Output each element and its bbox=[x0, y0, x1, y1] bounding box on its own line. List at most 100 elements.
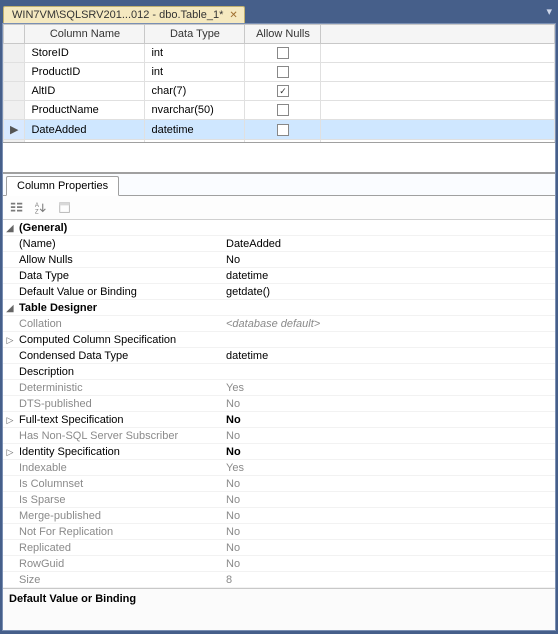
row-selector[interactable] bbox=[4, 44, 25, 63]
prop-name-value[interactable]: DateAdded bbox=[222, 236, 555, 251]
prop-allownulls-value[interactable]: No bbox=[222, 252, 555, 267]
prop-collation-label: Collation bbox=[17, 316, 222, 331]
cell-allow-nulls[interactable] bbox=[245, 63, 321, 82]
prop-datatype-label: Data Type bbox=[17, 268, 222, 283]
property-pages-button[interactable] bbox=[54, 198, 76, 218]
checkbox-icon[interactable] bbox=[277, 66, 289, 78]
pin-icon[interactable]: ▾ bbox=[546, 5, 552, 18]
prop-nonsql-label: Has Non-SQL Server Subscriber bbox=[17, 428, 222, 443]
header-allow-nulls[interactable]: Allow Nulls bbox=[245, 25, 321, 44]
prop-rowguid-label: RowGuid bbox=[17, 556, 222, 571]
expand-icon[interactable]: ▷ bbox=[3, 332, 17, 347]
table-row[interactable]: AltIDchar(7) ✓ bbox=[4, 82, 555, 101]
svg-text:Z: Z bbox=[35, 208, 39, 215]
cell-column-name[interactable]: DateAdded bbox=[25, 120, 145, 140]
cell-column-name[interactable]: ProductID bbox=[25, 63, 145, 82]
row-selector[interactable]: ▶ bbox=[4, 120, 25, 140]
prop-condensed-label: Condensed Data Type bbox=[17, 348, 222, 363]
prop-size-label: Size bbox=[17, 572, 222, 587]
prop-notrepl-value: No bbox=[222, 524, 555, 539]
prop-deterministic-label: Deterministic bbox=[17, 380, 222, 395]
prop-default-label: Default Value or Binding bbox=[17, 284, 222, 299]
document-tab[interactable]: WIN7VM\SQLSRV201...012 - dbo.Table_1* ✕ bbox=[3, 6, 245, 23]
prop-merge-label: Merge-published bbox=[17, 508, 222, 523]
row-selector[interactable] bbox=[4, 101, 25, 120]
cell-allow-nulls[interactable] bbox=[245, 120, 321, 140]
header-data-type[interactable]: Data Type bbox=[145, 25, 245, 44]
checkbox-icon[interactable] bbox=[277, 124, 289, 136]
table-row[interactable]: StoreIDint bbox=[4, 44, 555, 63]
prop-datatype-value[interactable]: datetime bbox=[222, 268, 555, 283]
expand-icon[interactable]: ◢ bbox=[3, 220, 17, 235]
prop-replicated-label: Replicated bbox=[17, 540, 222, 555]
cell-data-type[interactable]: nvarchar(50) bbox=[145, 101, 245, 120]
expand-icon[interactable]: ▷ bbox=[3, 412, 17, 427]
cell-column-name[interactable]: AltID bbox=[25, 82, 145, 101]
prop-replicated-value: No bbox=[222, 540, 555, 555]
cell-column-name[interactable]: StoreID bbox=[25, 44, 145, 63]
cell-spacer bbox=[321, 120, 555, 140]
prop-columnset-label: Is Columnset bbox=[17, 476, 222, 491]
category-designer: Table Designer bbox=[17, 300, 222, 315]
properties-toolbar: AZ bbox=[3, 196, 555, 220]
table-row[interactable]: ▶DateAddeddatetime bbox=[4, 120, 555, 140]
cell-data-type[interactable]: int bbox=[145, 63, 245, 82]
row-selector[interactable] bbox=[4, 63, 25, 82]
row-header-corner bbox=[4, 25, 25, 44]
expand-icon[interactable]: ▷ bbox=[3, 444, 17, 459]
prop-identity-label: Identity Specification bbox=[17, 444, 222, 459]
checkbox-icon[interactable] bbox=[277, 104, 289, 116]
prop-columnset-value: No bbox=[222, 476, 555, 491]
prop-fulltext-label: Full-text Specification bbox=[17, 412, 222, 427]
expand-icon[interactable]: ◢ bbox=[3, 300, 17, 315]
cell-spacer bbox=[321, 82, 555, 101]
cell-data-type[interactable]: int bbox=[145, 44, 245, 63]
prop-allownulls-label: Allow Nulls bbox=[17, 252, 222, 267]
checkbox-icon[interactable] bbox=[277, 47, 289, 59]
checkbox-icon[interactable]: ✓ bbox=[277, 85, 289, 97]
cell-spacer bbox=[321, 44, 555, 63]
prop-rowguid-value: No bbox=[222, 556, 555, 571]
cell-allow-nulls[interactable] bbox=[245, 44, 321, 63]
table-row[interactable]: ProductIDint bbox=[4, 63, 555, 82]
category-general: (General) bbox=[17, 220, 222, 235]
prop-dts-value: No bbox=[222, 396, 555, 411]
document-tab-title: WIN7VM\SQLSRV201...012 - dbo.Table_1* bbox=[12, 9, 223, 21]
cell-allow-nulls[interactable] bbox=[245, 101, 321, 120]
prop-nonsql-value: No bbox=[222, 428, 555, 443]
prop-indexable-label: Indexable bbox=[17, 460, 222, 475]
prop-description-value[interactable] bbox=[222, 364, 555, 379]
prop-condensed-value[interactable]: datetime bbox=[222, 348, 555, 363]
prop-merge-value: No bbox=[222, 508, 555, 523]
header-column-name[interactable]: Column Name bbox=[25, 25, 145, 44]
prop-collation-value[interactable]: <database default> bbox=[222, 316, 555, 331]
alphabetical-button[interactable]: AZ bbox=[30, 198, 52, 218]
properties-list[interactable]: ◢(General) (Name)DateAdded Allow NullsNo… bbox=[3, 220, 555, 588]
categorized-button[interactable] bbox=[6, 198, 28, 218]
prop-dts-label: DTS-published bbox=[17, 396, 222, 411]
prop-size-value: 8 bbox=[222, 572, 555, 587]
properties-tab-strip: Column Properties bbox=[3, 174, 555, 196]
prop-description-label: Description bbox=[17, 364, 222, 379]
prop-fulltext-value[interactable]: No bbox=[222, 412, 555, 427]
columns-grid: Column Name Data Type Allow Nulls StoreI… bbox=[3, 24, 555, 143]
cell-spacer bbox=[321, 101, 555, 120]
prop-computed-value[interactable] bbox=[222, 332, 555, 347]
properties-tab[interactable]: Column Properties bbox=[6, 176, 119, 196]
column-properties-pane: Column Properties AZ ◢(General) (Name)Da… bbox=[3, 173, 555, 630]
description-pane: Default Value or Binding bbox=[3, 588, 555, 630]
close-icon[interactable]: ✕ bbox=[229, 10, 237, 21]
cell-allow-nulls[interactable]: ✓ bbox=[245, 82, 321, 101]
prop-identity-value[interactable]: No bbox=[222, 444, 555, 459]
cell-spacer bbox=[321, 63, 555, 82]
table-row[interactable]: ProductNamenvarchar(50) bbox=[4, 101, 555, 120]
splitter[interactable] bbox=[3, 143, 555, 173]
row-selector[interactable] bbox=[4, 82, 25, 101]
prop-default-value[interactable]: getdate() bbox=[222, 284, 555, 299]
prop-indexable-value: Yes bbox=[222, 460, 555, 475]
prop-sparse-label: Is Sparse bbox=[17, 492, 222, 507]
cell-column-name[interactable]: ProductName bbox=[25, 101, 145, 120]
cell-data-type[interactable]: char(7) bbox=[145, 82, 245, 101]
cell-data-type[interactable]: datetime bbox=[145, 120, 245, 140]
description-title: Default Value or Binding bbox=[9, 593, 136, 605]
